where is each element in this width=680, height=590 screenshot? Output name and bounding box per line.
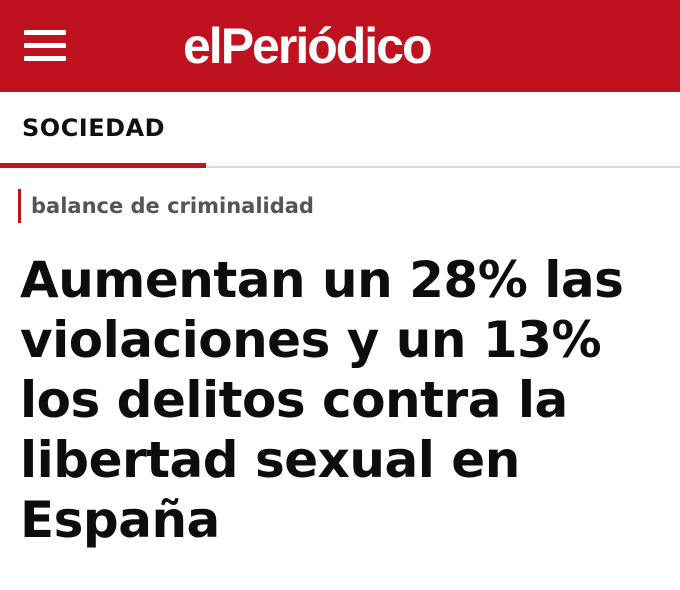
site-header: elPeriódico	[0, 0, 680, 92]
section-tab-sociedad[interactable]: SOCIEDAD	[0, 92, 206, 168]
site-logo[interactable]: elPeriódico	[183, 18, 433, 74]
menu-line	[24, 56, 66, 61]
active-section-underline	[0, 163, 206, 168]
menu-line	[24, 43, 66, 48]
section-label: SOCIEDAD	[22, 114, 166, 142]
menu-line	[24, 30, 66, 35]
hamburger-menu-icon[interactable]	[24, 30, 66, 62]
article-headline: Aumentan un 28% las violaciones y un 13%…	[20, 251, 624, 549]
article-kicker[interactable]: balance de criminalidad	[18, 189, 314, 223]
section-nav: SOCIEDAD	[0, 92, 680, 168]
